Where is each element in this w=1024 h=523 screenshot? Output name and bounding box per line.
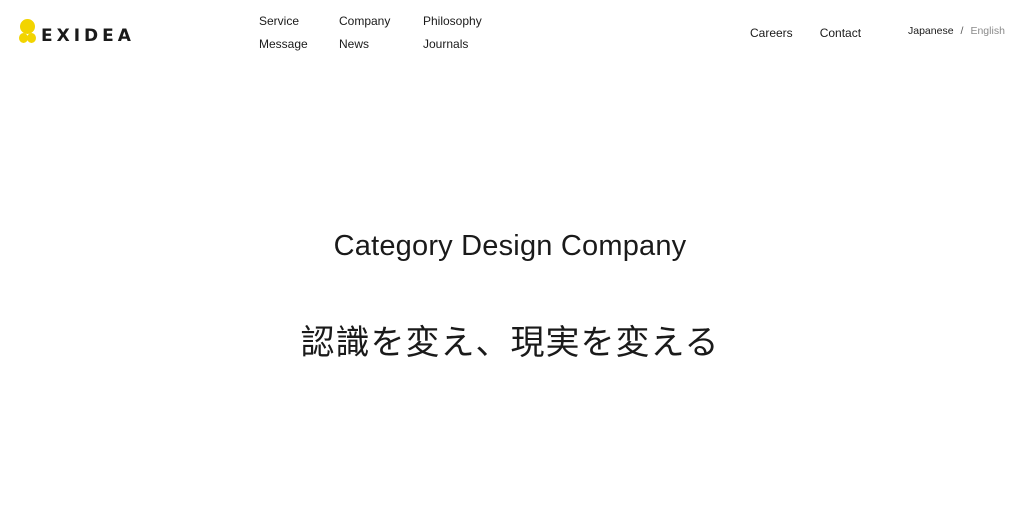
language-switcher: Japanese / English: [908, 25, 1005, 37]
nav-message[interactable]: Message: [259, 35, 339, 58]
nav-company[interactable]: Company: [339, 12, 423, 35]
hero-title: Category Design Company: [333, 230, 687, 262]
lang-english-link[interactable]: English: [970, 25, 1004, 37]
nav-careers[interactable]: Careers: [750, 24, 793, 42]
site-header: EXIDEA Service Company Philosophy Messag…: [0, 0, 1024, 70]
lang-separator: /: [960, 25, 964, 37]
secondary-nav: Careers Contact: [750, 24, 861, 42]
nav-news[interactable]: News: [339, 35, 423, 58]
nav-service[interactable]: Service: [259, 12, 339, 35]
lang-japanese-link[interactable]: Japanese: [908, 25, 954, 37]
logo-mark-icon: [19, 19, 37, 45]
main-nav: Service Company Philosophy Message News …: [259, 12, 513, 58]
logo-text: EXIDEA: [41, 25, 135, 46]
page: EXIDEA Service Company Philosophy Messag…: [0, 0, 1024, 523]
hero-subtitle: 認識を変え、現実を変える: [300, 323, 720, 363]
nav-philosophy[interactable]: Philosophy: [423, 12, 513, 35]
logo-link[interactable]: EXIDEA: [19, 18, 135, 46]
nav-journals[interactable]: Journals: [423, 35, 513, 58]
nav-contact[interactable]: Contact: [820, 24, 861, 42]
